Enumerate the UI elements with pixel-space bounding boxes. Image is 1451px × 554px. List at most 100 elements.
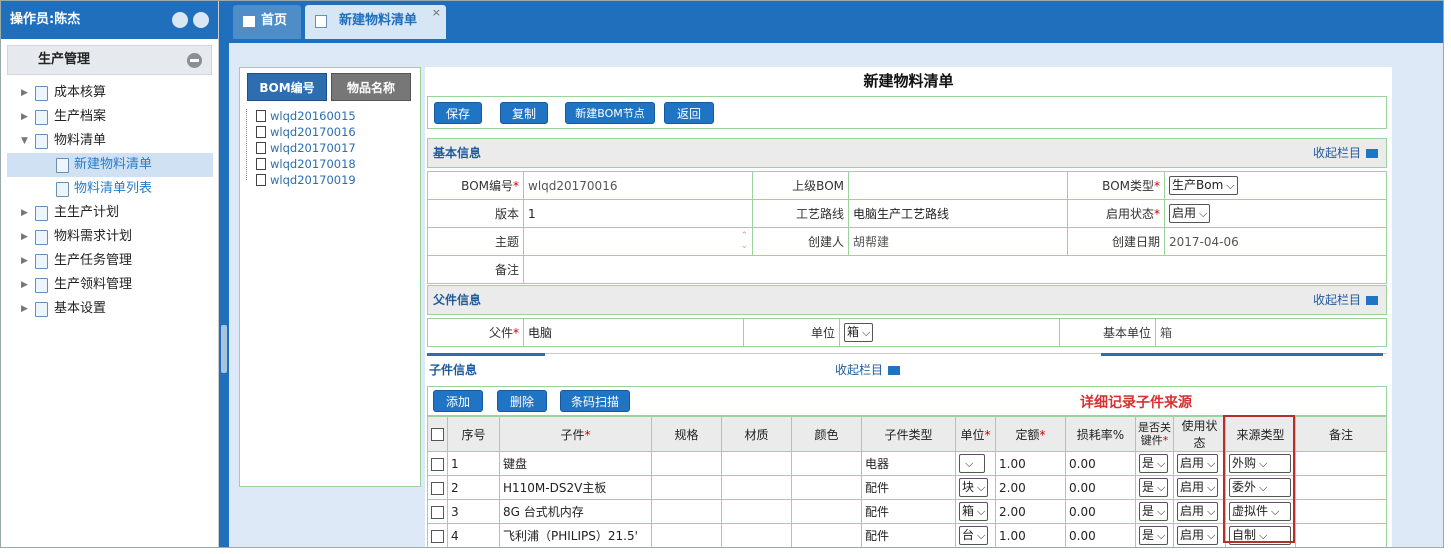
process-route-field[interactable]: 电脑生产工艺路线 (848, 199, 1068, 228)
version-field[interactable]: 1 (523, 199, 753, 228)
use-status-value[interactable]: 启用 (1177, 526, 1219, 545)
barcode-scan-button[interactable]: 条码扫描 (560, 390, 630, 412)
color-cell[interactable] (791, 499, 862, 524)
sidebar-item-mps[interactable]: ▶ 主生产计划 (1, 201, 219, 225)
sidebar-item-bom-list[interactable]: 物料清单列表 (1, 177, 219, 201)
status-select[interactable]: 启用 (1164, 199, 1387, 228)
expand-arrow-icon[interactable]: ▶ (21, 81, 28, 105)
quota-cell[interactable]: 1.00 (995, 523, 1066, 547)
bom-list-item[interactable]: wlqd20170018 (256, 156, 356, 172)
expand-arrow-icon[interactable]: ▶ (21, 105, 28, 129)
remark-cell[interactable] (1295, 523, 1387, 547)
bom-number-field[interactable]: wlqd20170016 (523, 171, 753, 200)
sidebar-item-picking[interactable]: ▶ 生产领料管理 (1, 273, 219, 297)
splitter-grip-handle[interactable] (221, 325, 227, 373)
key-part-select[interactable]: 是 (1135, 499, 1174, 524)
remark-cell[interactable] (1295, 475, 1387, 500)
row-select-cell[interactable] (427, 499, 448, 524)
expand-arrow-icon[interactable]: ▼ (21, 129, 28, 153)
unit-select[interactable]: 箱 (955, 499, 996, 524)
new-bom-node-button[interactable]: 新建BOM节点 (565, 102, 655, 124)
remark-field[interactable] (523, 255, 1387, 284)
gear-icon[interactable] (193, 12, 209, 28)
collapse-left-icon[interactable] (172, 12, 188, 28)
add-button[interactable]: 添加 (433, 390, 483, 412)
tab-home[interactable]: 首页 (233, 5, 301, 39)
unit-value[interactable]: 块 (959, 478, 989, 497)
unit-value[interactable]: 台 (959, 526, 989, 545)
row-checkbox[interactable] (431, 457, 444, 471)
key-part-value[interactable]: 是 (1139, 502, 1169, 521)
loss-rate-cell[interactable]: 0.00 (1065, 523, 1136, 547)
spec-cell[interactable] (651, 523, 722, 547)
sidebar-group-header[interactable]: 生产管理 (7, 45, 212, 75)
use-status-select[interactable]: 启用 (1173, 523, 1226, 547)
collapse-section-button[interactable]: 收起栏目 (1313, 286, 1378, 314)
use-status-select[interactable]: 启用 (1173, 499, 1226, 524)
use-status-value[interactable]: 启用 (1177, 478, 1219, 497)
expand-arrow-icon[interactable]: ▶ (21, 249, 28, 273)
row-select-cell[interactable] (427, 523, 448, 547)
sidebar-item-new-bom[interactable]: 新建物料清单 (7, 153, 213, 177)
remark-cell[interactable] (1295, 499, 1387, 524)
color-cell[interactable] (791, 451, 862, 476)
key-part-select[interactable]: 是 (1135, 475, 1174, 500)
unit-value[interactable]: 箱 (844, 323, 874, 342)
quota-cell[interactable]: 1.00 (995, 451, 1066, 476)
spec-cell[interactable] (651, 475, 722, 500)
color-cell[interactable] (791, 475, 862, 500)
collapse-section-button[interactable]: 收起栏目 (1313, 139, 1378, 167)
key-part-select[interactable]: 是 (1135, 451, 1174, 476)
parent-item-field[interactable]: 电脑 (523, 318, 744, 347)
bom-type-select[interactable]: 生产Bom (1164, 171, 1387, 200)
child-item-cell[interactable]: 8G 台式机内存 (499, 499, 652, 524)
material-cell[interactable] (721, 523, 792, 547)
use-status-select[interactable]: 启用 (1173, 475, 1226, 500)
row-checkbox[interactable] (431, 481, 444, 495)
remark-cell[interactable] (1295, 451, 1387, 476)
unit-select[interactable]: 块 (955, 475, 996, 500)
expand-arrow-icon[interactable]: ▶ (21, 297, 28, 321)
close-icon[interactable]: × (432, 1, 441, 29)
bom-list-item[interactable]: wlqd20170017 (256, 140, 356, 156)
loss-rate-cell[interactable]: 0.00 (1065, 451, 1136, 476)
collapse-icon[interactable] (187, 53, 202, 68)
unit-value[interactable]: 箱 (959, 502, 989, 521)
select-all-checkbox[interactable] (431, 428, 444, 441)
tab-new-bom[interactable]: 新建物料清单 × (305, 5, 446, 39)
delete-button[interactable]: 删除 (497, 390, 547, 412)
child-item-cell[interactable]: 飞利浦（PHILIPS）21.5' (499, 523, 652, 547)
loss-rate-cell[interactable]: 0.00 (1065, 499, 1136, 524)
select-all-cell[interactable] (427, 416, 448, 452)
tab-bom-number[interactable]: BOM编号 (247, 73, 327, 101)
unit-select[interactable]: 箱 (839, 318, 1060, 347)
row-checkbox[interactable] (431, 529, 444, 543)
loss-rate-cell[interactable]: 0.00 (1065, 475, 1136, 500)
key-part-select[interactable]: 是 (1135, 523, 1174, 547)
row-checkbox[interactable] (431, 505, 444, 519)
sidebar-item-cost[interactable]: ▶ 成本核算 (1, 81, 219, 105)
unit-value[interactable] (959, 454, 985, 473)
key-part-value[interactable]: 是 (1139, 454, 1169, 473)
bom-list-item[interactable]: wlqd20160015 (256, 108, 356, 124)
material-cell[interactable] (721, 475, 792, 500)
sidebar-item-mrp[interactable]: ▶ 物料需求计划 (1, 225, 219, 249)
sidebar-item-bom[interactable]: ▼ 物料清单 (1, 129, 219, 153)
expand-arrow-icon[interactable]: ▶ (21, 201, 28, 225)
child-item-cell[interactable]: 键盘 (499, 451, 652, 476)
row-select-cell[interactable] (427, 451, 448, 476)
subject-field[interactable]: ⌃ ⌄ (523, 227, 753, 256)
use-status-select[interactable]: 启用 (1173, 451, 1226, 476)
collapse-section-button[interactable]: 收起栏目 (835, 361, 901, 378)
key-part-value[interactable]: 是 (1139, 526, 1169, 545)
spec-cell[interactable] (651, 451, 722, 476)
sidebar-item-tasks[interactable]: ▶ 生产任务管理 (1, 249, 219, 273)
child-item-cell[interactable]: H110M-DS2V主板 (499, 475, 652, 500)
sidebar-item-settings[interactable]: ▶ 基本设置 (1, 297, 219, 321)
bom-list-item[interactable]: wlqd20170016 (256, 124, 356, 140)
quota-cell[interactable]: 2.00 (995, 499, 1066, 524)
unit-select[interactable] (955, 451, 996, 476)
material-cell[interactable] (721, 451, 792, 476)
use-status-value[interactable]: 启用 (1177, 502, 1219, 521)
sidebar-item-archive[interactable]: ▶ 生产档案 (1, 105, 219, 129)
